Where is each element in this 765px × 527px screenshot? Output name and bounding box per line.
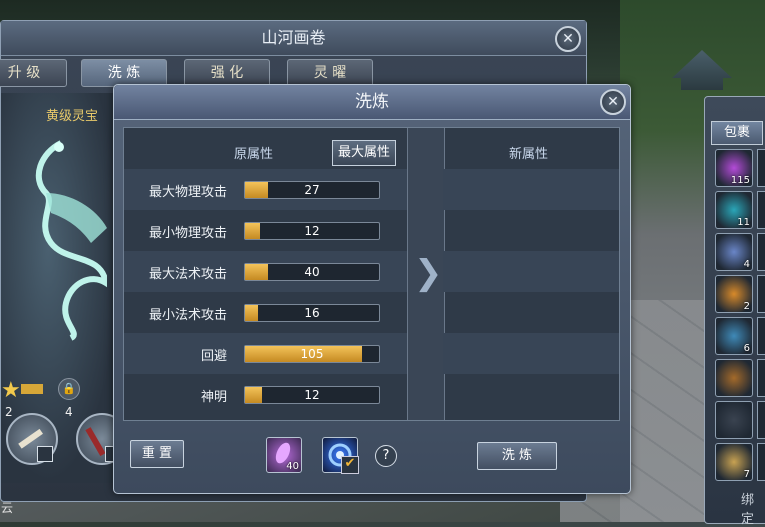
- tab-upgrade[interactable]: 升 级: [0, 59, 67, 87]
- stat-bar: 105: [244, 345, 380, 363]
- inventory-item-qty: 11: [737, 217, 750, 228]
- new-stat-row: [443, 169, 619, 210]
- stat-row: 回避 105: [124, 333, 407, 374]
- inventory-slot-partial[interactable]: [757, 191, 765, 229]
- inventory-item-qty: 4: [743, 259, 750, 270]
- weapon-name: 黄级灵宝: [46, 109, 99, 124]
- lock-count: 4: [65, 405, 73, 419]
- refine-dialog: 洗炼 ✕ 原属性 最大属性 最大物理攻击 27 最小物理攻击 12 最大法术攻击 40 最小…: [113, 84, 631, 494]
- new-attributes: 新属性: [443, 128, 619, 420]
- inventory-slot[interactable]: 2: [715, 275, 753, 313]
- inventory-slot[interactable]: 11: [715, 191, 753, 229]
- stat-bar: 12: [244, 222, 380, 240]
- inventory-slot-partial[interactable]: [757, 317, 765, 355]
- star-progress: [21, 384, 43, 394]
- star-count: 2: [5, 405, 13, 419]
- new-stat-row: [443, 333, 619, 374]
- inventory-slot-partial[interactable]: [757, 233, 765, 271]
- inventory-tab[interactable]: 包裹: [711, 121, 763, 145]
- stat-value: 12: [304, 388, 320, 402]
- dialog-close-button[interactable]: ✕: [600, 89, 626, 115]
- arrow-right-icon: ❯: [414, 253, 443, 293]
- stat-row: 最大法术攻击 40: [124, 251, 407, 292]
- stat-label: 最大法术攻击: [148, 267, 227, 282]
- lock-icon: 🔒: [58, 378, 80, 400]
- background-window-title: 山河画卷: [1, 21, 586, 56]
- inventory-slot[interactable]: [715, 359, 753, 397]
- star-icon: ★: [1, 378, 21, 403]
- help-button[interactable]: ?: [375, 445, 397, 467]
- new-stat-row: [443, 251, 619, 292]
- inventory-slot-partial[interactable]: [757, 401, 765, 439]
- background-close-button[interactable]: ✕: [555, 26, 581, 52]
- bottom-text: 云: [1, 501, 14, 515]
- original-header: 原属性: [234, 147, 274, 162]
- refine-button[interactable]: 洗 炼: [477, 442, 557, 470]
- stat-bar: 12: [244, 386, 380, 404]
- lock-stone-slot[interactable]: ✔: [322, 437, 359, 474]
- tab-refine[interactable]: 洗 炼: [81, 59, 167, 87]
- stat-value: 12: [304, 224, 320, 238]
- inventory-slot-partial[interactable]: [757, 149, 765, 187]
- inventory-slot-partial[interactable]: [757, 275, 765, 313]
- stat-row: 最大物理攻击 27: [124, 169, 407, 210]
- check-icon[interactable]: ✔: [341, 456, 359, 474]
- inventory-slot[interactable]: 4: [715, 233, 753, 271]
- original-attributes: 原属性 最大属性 最大物理攻击 27 最小物理攻击 12 最大法术攻击 40 最小法术攻击 1…: [124, 128, 407, 420]
- inventory-bottom-label: 绑定: [741, 493, 755, 527]
- inventory-item-qty: 2: [743, 301, 750, 312]
- slot-checkbox[interactable]: [37, 446, 53, 462]
- max-attribute-button[interactable]: 最大属性: [332, 140, 396, 166]
- inventory-item-qty: 7: [743, 469, 750, 480]
- new-header: 新属性: [509, 147, 549, 162]
- reset-button[interactable]: 重 置: [130, 440, 184, 468]
- stat-label: 最小法术攻击: [148, 308, 227, 323]
- attribute-panel: 原属性 最大属性 最大物理攻击 27 最小物理攻击 12 最大法术攻击 40 最小法术攻击 1…: [123, 127, 620, 421]
- dialog-title: 洗炼: [114, 85, 630, 120]
- stat-label: 回避: [200, 349, 227, 364]
- new-stat-row: [443, 292, 619, 333]
- new-stat-row: [443, 374, 619, 415]
- stat-row: 最小法术攻击 16: [124, 292, 407, 333]
- stat-value: 27: [304, 183, 320, 197]
- inventory-panel: 包裹 115 11 4 2 6 7 绑定: [704, 96, 765, 527]
- inventory-slot-partial[interactable]: [757, 359, 765, 397]
- inventory-slot[interactable]: 6: [715, 317, 753, 355]
- tab-spirit[interactable]: 灵 曜: [287, 59, 373, 87]
- inventory-slot[interactable]: 115: [715, 149, 753, 187]
- stat-value: 40: [304, 265, 320, 279]
- new-stat-row: [443, 210, 619, 251]
- refine-stone-qty: 40: [286, 461, 299, 472]
- inventory-item-qty: 6: [743, 343, 750, 354]
- stat-label: 最大物理攻击: [148, 185, 227, 200]
- stat-label: 神明: [200, 390, 227, 405]
- stat-row: 最小物理攻击 12: [124, 210, 407, 251]
- refine-stone-slot[interactable]: 40: [266, 437, 302, 473]
- stat-label: 最小物理攻击: [148, 226, 227, 241]
- inventory-slot[interactable]: [715, 401, 753, 439]
- stat-bar: 27: [244, 181, 380, 199]
- stat-bar: 40: [244, 263, 380, 281]
- stat-value: 105: [300, 347, 324, 361]
- inventory-slot[interactable]: 7: [715, 443, 753, 481]
- inventory-item-qty: 115: [730, 175, 750, 186]
- tab-strengthen[interactable]: 强 化: [184, 59, 270, 87]
- arrow-column: ❯: [407, 128, 445, 420]
- inventory-slot-partial[interactable]: [757, 443, 765, 481]
- stat-value: 16: [304, 306, 320, 320]
- stat-row: 神明 12: [124, 374, 407, 415]
- stat-bar: 16: [244, 304, 380, 322]
- phoenix-weapon-icon: [35, 140, 107, 341]
